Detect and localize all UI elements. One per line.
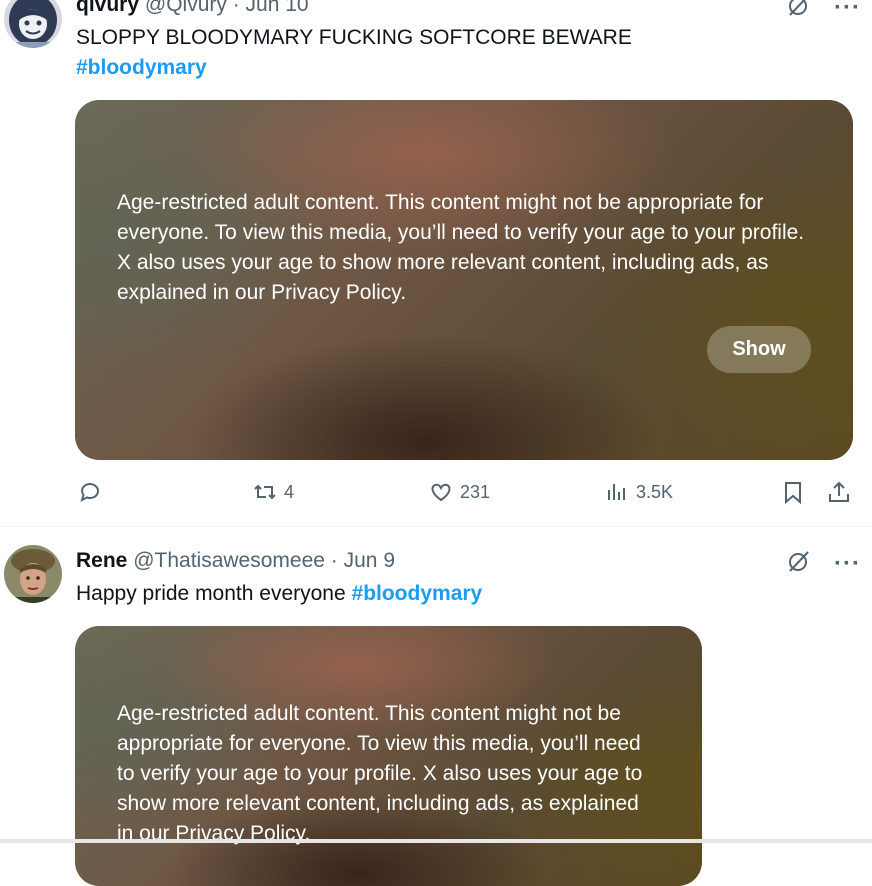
bookmark-button[interactable] — [780, 479, 806, 505]
bookmark-icon — [785, 482, 801, 505]
separator: · — [226, 0, 246, 16]
author-name[interactable]: qivury — [76, 0, 139, 16]
more-icon[interactable]: ··· — [834, 0, 861, 20]
repost-button[interactable]: 4 — [252, 479, 294, 505]
author-handle[interactable]: @Thatisawesomeee — [133, 549, 325, 572]
hashtag-link[interactable]: #bloodymary — [352, 582, 483, 605]
reply-icon — [80, 483, 99, 502]
tweet-1[interactable]: qivury @Qivury · Jun 10 ··· SLOPPY BLOOD… — [0, 0, 872, 525]
tweet-text: Happy pride month everyone #bloodymary — [76, 579, 482, 609]
share-icon — [829, 481, 849, 502]
media-warning-text: Age-restricted adult content. This conte… — [117, 191, 805, 304]
views-button[interactable]: 3.5K — [604, 479, 673, 505]
tweet-top-icons: ··· — [786, 0, 861, 23]
views-icon — [608, 484, 625, 500]
author-name[interactable]: Rene — [76, 549, 127, 572]
hashtag-line: #bloodymary — [76, 53, 207, 83]
tweet-text: SLOPPY BLOODYMARY FUCKING SOFTCORE BEWAR… — [76, 23, 632, 53]
repost-icon — [254, 484, 276, 500]
tweet-2[interactable]: Rene @Thatisawesomeee · Jun 9 ··· Happy … — [0, 527, 872, 886]
like-icon — [431, 483, 451, 502]
like-count: 231 — [460, 481, 491, 502]
separator: · — [324, 549, 344, 572]
media-sensitive[interactable]: Age-restricted adult content. This conte… — [75, 100, 853, 460]
share-button[interactable] — [826, 479, 852, 505]
tweet-text-content: SLOPPY BLOODYMARY FUCKING SOFTCORE BEWAR… — [76, 26, 632, 49]
media-sensitive[interactable]: Age-restricted adult content. This conte… — [75, 626, 702, 886]
tweet-text-content: Happy pride month everyone — [76, 582, 346, 605]
views-count: 3.5K — [636, 481, 674, 502]
author-handle[interactable]: @Qivury — [145, 0, 227, 16]
tweet-top-icons: ··· — [786, 548, 861, 579]
window-bottom-edge — [0, 839, 872, 843]
show-button[interactable]: Show — [707, 326, 811, 373]
media-warning-text: Age-restricted adult content. This conte… — [117, 702, 643, 845]
tweet-date[interactable]: Jun 10 — [246, 0, 309, 16]
repost-count: 4 — [284, 481, 295, 502]
tweet-date[interactable]: Jun 9 — [344, 549, 395, 572]
grok-icon[interactable] — [786, 0, 812, 23]
tweet-meta: Rene @Thatisawesomeee · Jun 9 — [76, 549, 395, 573]
more-icon[interactable]: ··· — [834, 551, 861, 576]
grok-icon[interactable] — [786, 548, 812, 579]
hashtag-link[interactable]: #bloodymary — [76, 56, 207, 79]
tweet-meta: qivury @Qivury · Jun 10 — [76, 0, 309, 17]
reply-button[interactable] — [77, 479, 103, 505]
tweet-actions: 4 231 3.5K — [0, 479, 872, 509]
avatar[interactable] — [4, 545, 62, 603]
avatar[interactable] — [4, 0, 62, 48]
like-button[interactable]: 231 — [428, 479, 490, 505]
